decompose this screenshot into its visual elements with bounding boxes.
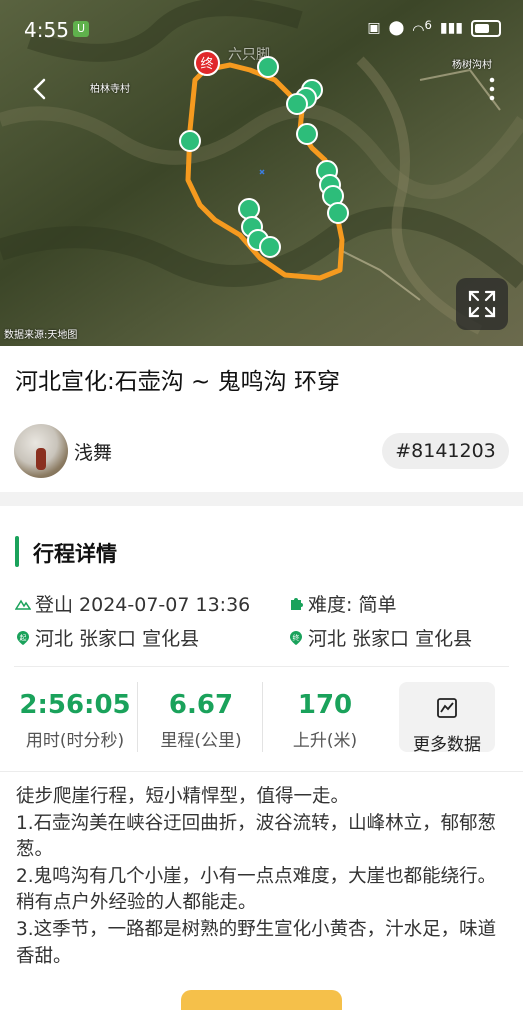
- more-data-label: 更多数据: [413, 735, 481, 755]
- divider: [262, 682, 263, 752]
- description-line: 2.鬼鸣沟有几个小崖，小有一点点难度，大崖也都能绕行。稍有点户外经验的人都能走。: [16, 865, 497, 914]
- difficulty-text: 难度: 简单: [308, 594, 397, 616]
- stat-ascent: 170 上升(米): [264, 690, 386, 751]
- photo-marker-icon: [257, 56, 279, 78]
- end-marker-label: 终: [200, 56, 213, 72]
- stat-value: 6.67: [168, 690, 234, 720]
- location-icon: ⬤: [388, 20, 405, 37]
- divider: [0, 771, 523, 772]
- puzzle-icon: [291, 597, 303, 610]
- signal-icon: ▮▮▮: [439, 20, 463, 37]
- svg-text:终: 终: [293, 633, 300, 642]
- svg-text:起: 起: [20, 634, 27, 642]
- wifi-icon: ◠6: [412, 18, 432, 39]
- nfc-icon: ▣: [367, 20, 381, 37]
- start-pin-icon: 起: [17, 630, 29, 645]
- trip-description: 徒步爬崖行程，短小精悍型，值得一走。 1.石壶沟美在峡谷迂回曲折，波谷流转，山峰…: [16, 784, 512, 970]
- activity-text: 登山 2024-07-07 13:36: [35, 594, 251, 616]
- status-time: 4:55: [24, 18, 69, 42]
- more-vertical-icon: [489, 77, 495, 101]
- section-separator: [0, 492, 523, 506]
- start-location-info: 起 河北 张家口 宣化县: [15, 624, 199, 651]
- stat-label: 用时(时分秒): [25, 731, 125, 751]
- photo-marker-icon: [286, 93, 308, 115]
- activity-info: 登山 2024-07-07 13:36: [15, 590, 250, 617]
- trip-id-badge[interactable]: #8141203: [382, 433, 509, 469]
- end-pin-icon: 终: [290, 630, 302, 645]
- stat-label: 里程(公里): [160, 731, 242, 751]
- section-accent-bar: [15, 536, 19, 567]
- description-line: 3.这季节，一路都是树熟的野生宣化小黄杏，汁水足，味道香甜。: [16, 918, 497, 967]
- difficulty-info: 难度: 简单: [288, 590, 396, 617]
- photo-marker-icon: [296, 123, 318, 145]
- author-name[interactable]: 浅舞: [74, 438, 112, 465]
- stat-value: 2:56:05: [19, 690, 131, 720]
- more-data-button[interactable]: 更多数据: [399, 682, 495, 755]
- photo-marker-icon: [259, 236, 281, 258]
- status-icons: ▣ ⬤ ◠6 ▮▮▮: [367, 18, 501, 39]
- stat-duration: 2:56:05 用时(时分秒): [14, 690, 136, 751]
- status-bar: 4:55 U ▣ ⬤ ◠6 ▮▮▮: [0, 0, 523, 56]
- app-notification-icon: U: [73, 21, 89, 37]
- description-line: 1.石壶沟美在峡谷迂回曲折，波谷流转，山峰林立，郁郁葱葱。: [16, 812, 497, 861]
- back-button[interactable]: [28, 76, 54, 102]
- description-line: 徒步爬崖行程，短小精悍型，值得一走。: [16, 786, 350, 807]
- expand-icon: [468, 290, 496, 318]
- chevron-left-icon: [33, 78, 46, 100]
- more-options-button[interactable]: [487, 76, 497, 102]
- divider: [137, 682, 138, 752]
- battery-icon: [471, 19, 501, 37]
- stat-label: 上升(米): [292, 731, 358, 751]
- photo-marker-icon: [238, 198, 260, 220]
- stat-distance: 6.67 里程(公里): [140, 690, 262, 751]
- author-avatar[interactable]: [14, 424, 68, 478]
- fullscreen-button[interactable]: [456, 278, 508, 330]
- end-location-info: 终 河北 张家口 宣化县: [288, 624, 472, 651]
- photo-marker-icon: [179, 130, 201, 152]
- photo-marker-icon: [327, 202, 349, 224]
- start-location-text: 河北 张家口 宣化县: [35, 628, 200, 650]
- trip-title: 河北宣化:石壶沟 ~ 鬼鸣沟 环穿: [15, 369, 340, 395]
- chart-icon: [437, 698, 457, 718]
- mountain-icon: [15, 599, 31, 610]
- section-title: 行程详情: [33, 542, 117, 566]
- end-location-text: 河北 张家口 宣化县: [308, 628, 473, 650]
- divider: [14, 666, 509, 667]
- stat-value: 170: [297, 690, 353, 720]
- bottom-action-button[interactable]: [181, 990, 342, 1010]
- map-data-source: 数据来源:天地图: [4, 330, 78, 341]
